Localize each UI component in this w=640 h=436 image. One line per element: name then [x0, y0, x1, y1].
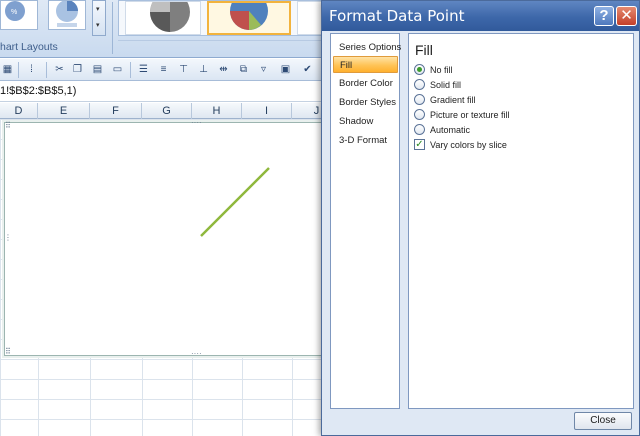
resize-handle-left[interactable]: ⋮	[4, 233, 12, 242]
panel-title: Fill	[415, 42, 433, 58]
layout-2-icon	[56, 0, 78, 27]
chart-layout-thumb[interactable]	[48, 0, 86, 30]
distribute-icon[interactable]: ⇹	[216, 62, 231, 77]
more-icon: ▾	[96, 22, 100, 29]
resize-handle-top[interactable]: ····	[191, 118, 202, 127]
format-icon[interactable]: ⁞	[24, 62, 39, 77]
align-center-icon[interactable]: ≡	[156, 62, 171, 77]
clipboard-icon[interactable]: ▭	[110, 62, 125, 77]
resize-handle-top-left[interactable]: ⠿	[5, 121, 11, 130]
nav-item-shadow[interactable]: Shadow	[333, 113, 398, 130]
align-middle-icon[interactable]: ⊥	[196, 62, 211, 77]
group-icon[interactable]: ⧉	[236, 62, 251, 77]
pie-gray-icon	[150, 0, 190, 32]
option-label: No fill	[430, 65, 453, 75]
formula-text[interactable]: 1!$B$2:$B$5,1)	[0, 85, 76, 97]
format-data-point-dialog: Format Data Point ? ✕ Series Options Fil…	[321, 0, 640, 436]
column-header-d[interactable]: D	[0, 103, 38, 119]
nav-item-3d-format[interactable]: 3-D Format	[333, 132, 398, 149]
ribbon-group-footer	[118, 40, 328, 54]
column-header-i[interactable]: I	[242, 103, 292, 119]
layout-thumb-caption: %	[11, 9, 17, 16]
toolbar-separator	[130, 62, 131, 78]
vary-colors-checkbox[interactable]: ✓	[414, 139, 425, 150]
option-label: Solid fill	[430, 80, 462, 90]
help-button[interactable]: ?	[594, 6, 614, 26]
pie-slice-line[interactable]	[5, 123, 331, 355]
chart-styles-gallery	[118, 0, 328, 36]
nav-item-border-color[interactable]: Border Color	[333, 75, 398, 92]
spellcheck-icon[interactable]: ✔	[300, 62, 315, 77]
border-icon[interactable]: ▣	[278, 62, 293, 77]
chart-data-point	[200, 167, 270, 237]
radio-automatic[interactable]	[414, 124, 425, 135]
column-header-h[interactable]: H	[192, 103, 242, 119]
cut-icon[interactable]: ✂	[52, 62, 67, 77]
option-label: Gradient fill	[430, 95, 476, 105]
category-list: Series Options Fill Border Color Border …	[330, 33, 401, 409]
chevron-down-icon: ▾	[96, 6, 100, 13]
column-header-g[interactable]: G	[142, 103, 192, 119]
paste-icon[interactable]: ▤	[90, 62, 105, 77]
radio-no-fill[interactable]	[414, 64, 425, 75]
ribbon-separator	[112, 2, 113, 54]
chart-layouts-group-label: hart Layouts	[0, 41, 58, 53]
pie-color-icon	[230, 0, 268, 30]
toolbar-separator	[46, 62, 47, 78]
copy-icon[interactable]: ❐	[70, 62, 85, 77]
align-top-icon[interactable]: ⊤	[176, 62, 191, 77]
toolbar-separator	[18, 62, 19, 78]
column-header-e[interactable]: E	[38, 103, 90, 119]
radio-gradient-fill[interactable]	[414, 94, 425, 105]
chart-style-color-selected[interactable]	[207, 0, 291, 35]
align-left-icon[interactable]: ☰	[136, 62, 151, 77]
dropdown-icon[interactable]: ▿	[256, 62, 271, 77]
dialog-title: Format Data Point	[329, 7, 465, 25]
resize-handle-bottom-left[interactable]: ⠿	[5, 347, 11, 356]
option-label: Picture or texture fill	[430, 110, 510, 120]
chart-style-gray[interactable]	[125, 0, 201, 35]
chart-layout-thumb[interactable]: %	[0, 0, 38, 30]
close-button[interactable]: Close	[574, 412, 632, 430]
option-label: Vary colors by slice	[430, 140, 507, 150]
chart-area[interactable]: ⠿ ···· ⋮ ⠿ ····	[4, 118, 332, 358]
option-label: Automatic	[430, 125, 471, 135]
nav-item-border-styles[interactable]: Border Styles	[333, 94, 398, 111]
layout-1-icon: %	[5, 1, 25, 21]
radio-solid-fill[interactable]	[414, 79, 425, 90]
column-header-f[interactable]: F	[90, 103, 142, 119]
nav-item-series-options[interactable]: Series Options	[333, 39, 401, 56]
fill-panel: Fill No fill Solid fill Gradient fill Pi…	[408, 33, 634, 409]
grid-icon[interactable]: ▦	[0, 62, 15, 77]
dialog-titlebar[interactable]: Format Data Point ? ✕	[322, 1, 639, 31]
nav-item-fill[interactable]: Fill	[333, 56, 398, 73]
layouts-more-button[interactable]: ▾ ▾	[92, 0, 106, 36]
close-icon[interactable]: ✕	[616, 6, 637, 26]
radio-picture-texture-fill[interactable]	[414, 109, 425, 120]
resize-handle-bottom[interactable]: ····	[191, 349, 202, 358]
